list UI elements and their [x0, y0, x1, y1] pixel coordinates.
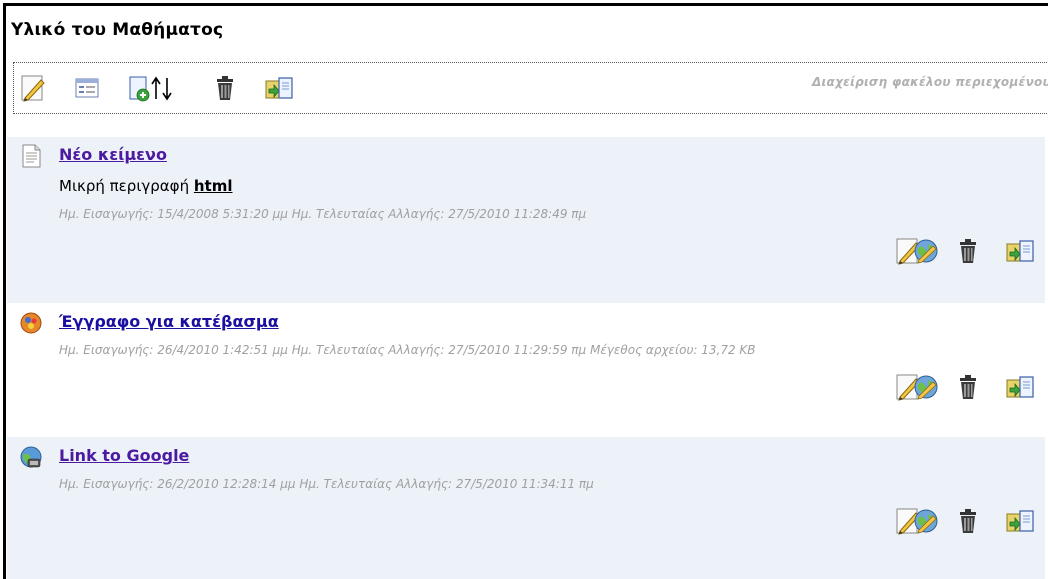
download-file-icon — [20, 312, 42, 334]
folder-admin-link[interactable]: Διαχείριση φακέλου περιεχομένου — [812, 75, 1048, 89]
delete-item-icon[interactable] — [953, 236, 983, 266]
item-actions — [853, 236, 1043, 266]
item-description: Μικρή περιγραφή html — [59, 177, 232, 195]
item-actions — [853, 372, 1043, 402]
delete-item-icon[interactable] — [953, 372, 983, 402]
copy-move-item-icon[interactable] — [1005, 372, 1035, 402]
item-title-link[interactable]: Link to Google — [59, 446, 189, 465]
item-meta: Ημ. Εισαγωγής: 26/4/2010 1:42:51 μμ Ημ. … — [59, 343, 756, 357]
copy-move-item-icon[interactable] — [1005, 236, 1035, 266]
item-actions — [853, 506, 1043, 536]
description-html-link[interactable]: html — [194, 177, 233, 195]
item-meta: Ημ. Εισαγωγής: 15/4/2008 5:31:20 μμ Ημ. … — [59, 207, 587, 221]
item-meta: Ημ. Εισαγωγής: 26/2/2010 12:28:14 μμ Ημ.… — [59, 477, 594, 491]
delete-icon[interactable] — [210, 73, 240, 103]
edit-item-icon[interactable] — [893, 372, 941, 402]
web-link-icon — [20, 446, 42, 468]
properties-icon[interactable] — [72, 73, 102, 103]
edit-icon[interactable] — [18, 73, 48, 103]
list-item: Έγγραφο για κατέβασμα Ημ. Εισαγωγής: 26/… — [7, 303, 1045, 437]
list-item: Link to Google Ημ. Εισαγωγής: 26/2/2010 … — [7, 437, 1045, 579]
page-title: Υλικό του Μαθήματος — [11, 20, 224, 40]
copy-move-icon[interactable] — [264, 73, 294, 103]
text-document-icon — [22, 144, 41, 168]
edit-item-icon[interactable] — [893, 506, 941, 536]
item-title-link[interactable]: Νέο κείμενο — [59, 145, 167, 164]
list-item: Νέο κείμενο Μικρή περιγραφή html Ημ. Εισ… — [7, 137, 1045, 303]
add-sort-icon[interactable] — [126, 73, 176, 103]
copy-move-item-icon[interactable] — [1005, 506, 1035, 536]
description-text: Μικρή περιγραφή — [59, 177, 190, 195]
edit-item-icon[interactable] — [893, 236, 941, 266]
delete-item-icon[interactable] — [953, 506, 983, 536]
item-title-link[interactable]: Έγγραφο για κατέβασμα — [59, 312, 279, 331]
folder-toolbar: Διαχείριση φακέλου περιεχομένου — [13, 62, 1048, 114]
